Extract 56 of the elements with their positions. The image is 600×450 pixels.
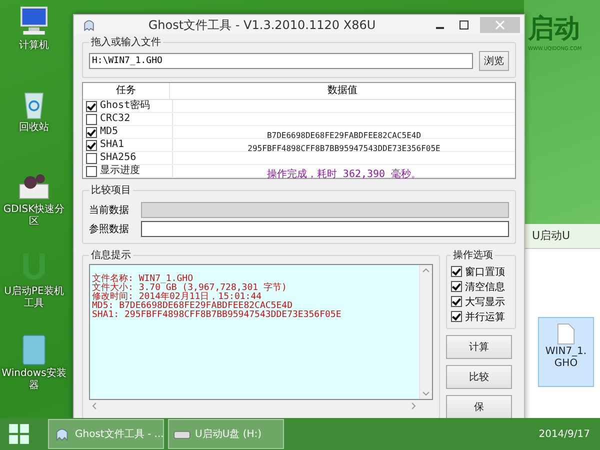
desktop-icon-label[interactable]: Windows安装器 <box>1 368 67 392</box>
tab[interactable]: U启动U <box>524 224 600 249</box>
desktop-icon-label[interactable]: U启动PE装机工具 <box>1 286 67 310</box>
info-text-area[interactable]: 文件名称: WIN7_1.GHO 文件大小: 3.70 GB (3,967,728,301 字节) 修改时间: 2014年02月11日，15:01:44 MD5: B7DE6698DE68FE29FABDFEE82CAC5E4D SHA1: 295FBFF4898CFF8B7BB95947543DDE73E356F05E <box>89 264 433 400</box>
group-title: 拖入或输入文件 <box>90 36 162 49</box>
data-field[interactable] <box>141 221 509 237</box>
info-line: SHA1: 295FBFF4898CFF8B7BB95947543DDE73E356F05E <box>92 311 342 320</box>
checkbox[interactable] <box>86 152 97 164</box>
clock-date[interactable]: 2014/9/17 <box>538 428 590 440</box>
hash-value: B7DE6698DE68FE29FABDFEE82CAC5E4D <box>266 130 422 140</box>
desktop-icon-label[interactable]: GDISK快速分区 <box>1 204 67 228</box>
hash-value: 295FBFF4898CFF8B7BB95947543DDE73E356F05E <box>248 144 440 152</box>
field-label: 参照数据 <box>89 222 130 236</box>
window-title: Ghost文件工具 - V1.3.2010.1120 X86U <box>147 16 377 34</box>
task-name: Ghost密码 <box>100 100 150 112</box>
option-label[interactable]: 并行运算 <box>465 310 505 324</box>
column-header[interactable]: 任务 <box>83 83 170 99</box>
info-line: MD5: B7DE6698DE68FE29FABDFEE82CAC5E4D <box>92 302 292 311</box>
checkbox[interactable] <box>86 140 97 150</box>
column-header[interactable]: 数据值 <box>170 83 515 99</box>
status-message: 操作完成，耗时 362,390 毫秒。 <box>266 168 422 180</box>
task-name: 显示进度 <box>100 165 140 177</box>
checkbox[interactable] <box>86 126 97 138</box>
group-title: 比较项目 <box>90 184 132 197</box>
windows-logo-icon[interactable] <box>8 423 30 445</box>
info-line: 文件大小: 3.70 GB (3,967,728,301 字节) <box>92 284 288 293</box>
field-label: 当前数据 <box>89 204 130 217</box>
logo-text: 启动 <box>528 14 580 44</box>
info-line: 文件名称: WIN7_1.GHO <box>92 275 194 284</box>
desktop-icon-label[interactable]: 回收站 <box>19 122 49 134</box>
action-button[interactable]: 计算 <box>446 335 512 359</box>
file-tile[interactable]: WIN7_1.GHO <box>538 317 594 387</box>
checkbox[interactable] <box>451 296 462 307</box>
option-label[interactable]: 清空信息 <box>465 280 505 294</box>
group-title: 信息提示 <box>90 248 132 262</box>
ghost-icon <box>82 18 96 32</box>
action-button[interactable]: 比较 <box>446 365 512 389</box>
info-line: 修改时间: 2014年02月11日，15:01:44 <box>92 293 262 302</box>
checkbox[interactable] <box>451 311 462 322</box>
task-name: SHA256 <box>100 152 136 164</box>
task-name: CRC32 <box>100 113 130 125</box>
desktop-icon-label[interactable]: 计算机 <box>19 40 49 52</box>
group-title: 操作选项 <box>452 248 494 262</box>
checkbox[interactable] <box>86 114 97 124</box>
checkbox[interactable] <box>86 100 97 112</box>
checkbox[interactable] <box>86 166 97 176</box>
option-label[interactable]: 窗口置顶 <box>465 264 505 278</box>
file-path-field[interactable]: H:\WIN7_1.GHO <box>89 53 473 69</box>
checkbox[interactable] <box>451 281 462 292</box>
task-name: SHA1 <box>100 139 124 151</box>
option-label[interactable]: 大写显示 <box>465 294 505 308</box>
document-icon <box>557 322 575 346</box>
browse-button[interactable]: 浏览 <box>479 51 509 71</box>
action-button[interactable]: 保 <box>446 395 512 419</box>
checkbox[interactable] <box>451 266 462 277</box>
task-name: MD5 <box>100 126 118 138</box>
